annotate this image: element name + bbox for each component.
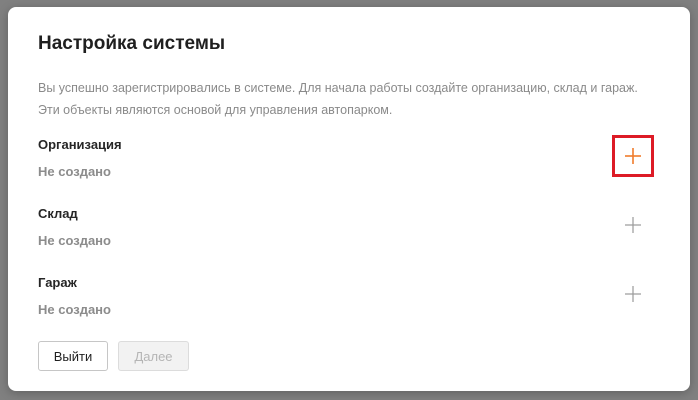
section-status-warehouse: Не создано bbox=[38, 233, 111, 248]
section-title-organization: Организация bbox=[38, 137, 122, 152]
section-status-garage: Не создано bbox=[38, 302, 111, 317]
section-warehouse: Склад Не создано bbox=[38, 206, 658, 256]
dialog-title: Настройка системы bbox=[38, 33, 226, 54]
setup-dialog: Настройка системы Вы успешно зарегистрир… bbox=[8, 7, 690, 391]
section-organization: Организация Не создано bbox=[38, 137, 658, 187]
section-title-warehouse: Склад bbox=[38, 206, 78, 221]
next-button[interactable]: Далее bbox=[118, 341, 189, 371]
plus-icon bbox=[625, 286, 641, 302]
add-organization-button[interactable] bbox=[612, 135, 654, 177]
plus-icon bbox=[625, 148, 641, 164]
exit-button[interactable]: Выйти bbox=[38, 341, 108, 371]
dialog-description: Вы успешно зарегистрировались в системе.… bbox=[38, 81, 638, 117]
section-title-garage: Гараж bbox=[38, 275, 77, 290]
add-warehouse-button[interactable] bbox=[612, 204, 654, 246]
add-garage-button[interactable] bbox=[612, 273, 654, 315]
section-status-organization: Не создано bbox=[38, 164, 111, 179]
plus-icon bbox=[625, 217, 641, 233]
section-garage: Гараж Не создано bbox=[38, 275, 658, 325]
